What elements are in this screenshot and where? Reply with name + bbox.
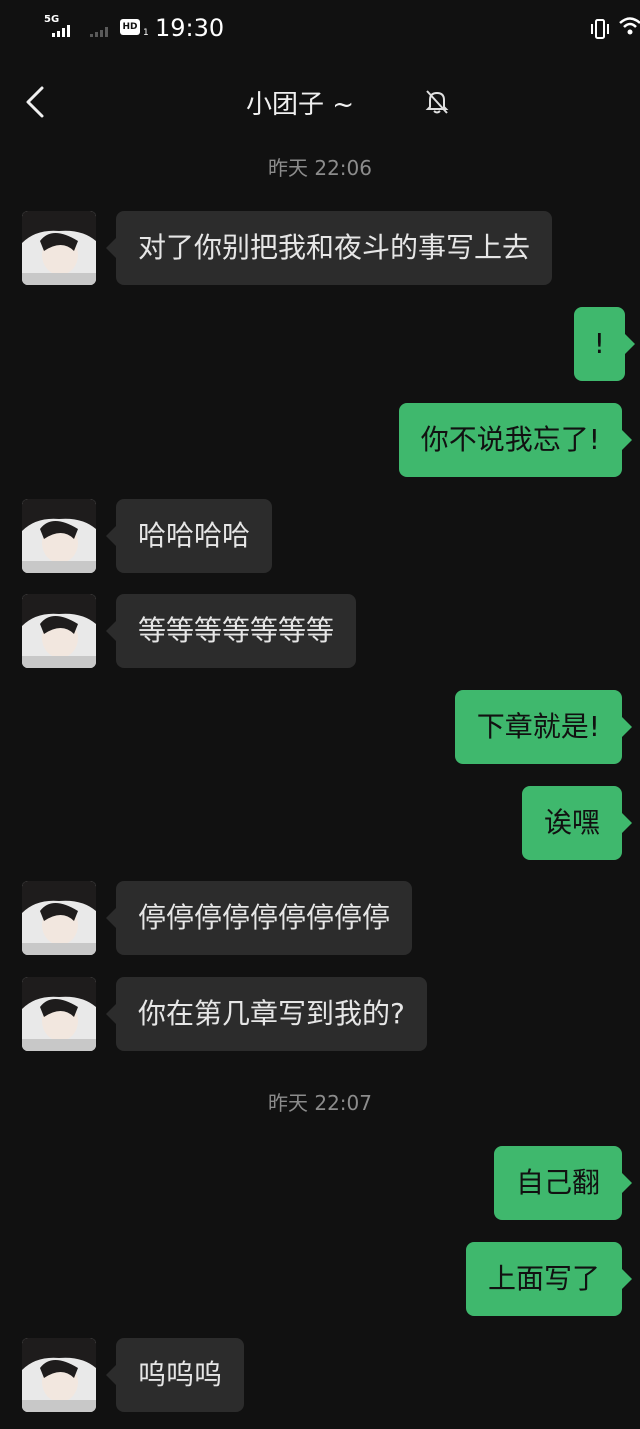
- incoming-message[interactable]: 等等等等等等等: [105, 594, 357, 668]
- contact-avatar[interactable]: [22, 211, 96, 285]
- chat-title-text: 小团子 ~: [245, 90, 355, 120]
- timestamp: 昨天 22:06: [268, 156, 372, 180]
- contact-avatar[interactable]: [22, 594, 96, 668]
- incoming-message[interactable]: 呜呜呜: [105, 1338, 245, 1412]
- incoming-message[interactable]: 停停停停停停停停停: [105, 881, 413, 955]
- bell-off-icon: [425, 90, 449, 114]
- outgoing-message[interactable]: 下章就是!: [454, 690, 633, 764]
- contact-avatar[interactable]: [22, 977, 96, 1051]
- avatar-image-icon: [22, 1338, 96, 1412]
- status-time: 19:30: [155, 14, 225, 42]
- network-type: 5G: [44, 14, 60, 25]
- avatar-image-icon: [22, 977, 96, 1051]
- vibrate-icon: [591, 19, 609, 39]
- incoming-message[interactable]: 哈哈哈哈: [105, 499, 273, 573]
- chat-header: 小团子 ~: [0, 58, 640, 146]
- timestamp: 昨天 22:07: [268, 1091, 372, 1115]
- avatar-image-icon: [22, 499, 96, 573]
- status-bar: 5G HD 1 19:30: [0, 0, 640, 58]
- signal-strength-icon: [52, 25, 70, 37]
- chat-title[interactable]: 小团子 ~: [0, 84, 640, 121]
- outgoing-message[interactable]: !: [573, 307, 636, 381]
- avatar-image-icon: [22, 211, 96, 285]
- contact-avatar[interactable]: [22, 499, 96, 573]
- hd-sim-index: 1: [143, 28, 149, 38]
- hd-voice-icon: HD: [120, 19, 140, 35]
- incoming-message[interactable]: 你在第几章写到我的?: [106, 977, 427, 1051]
- outgoing-message[interactable]: 诶嘿: [521, 786, 633, 860]
- wifi-icon: [619, 17, 640, 35]
- outgoing-message[interactable]: 你不说我忘了!: [398, 403, 633, 477]
- incoming-message[interactable]: 对了你别把我和夜斗的事写上去: [105, 211, 553, 285]
- avatar-image-icon: [22, 594, 96, 668]
- avatar-image-icon: [22, 881, 96, 955]
- outgoing-message[interactable]: 上面写了: [465, 1242, 633, 1316]
- outgoing-message[interactable]: 自己翻: [493, 1146, 633, 1220]
- contact-avatar[interactable]: [22, 881, 96, 955]
- signal-strength-secondary-icon: [90, 27, 108, 37]
- contact-avatar[interactable]: [22, 1338, 96, 1412]
